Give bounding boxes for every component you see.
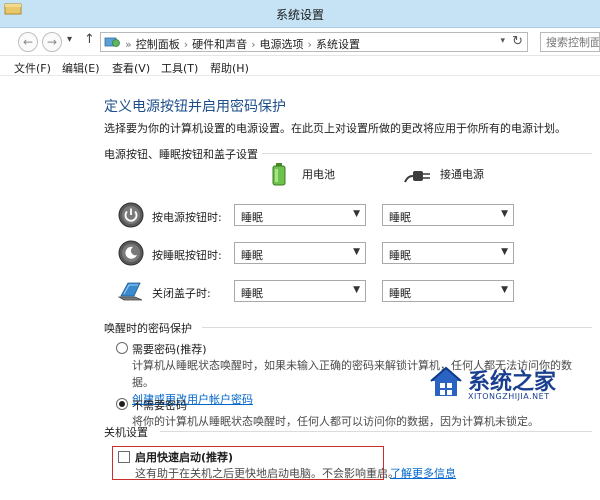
fast-startup-checkbox[interactable] [118, 451, 130, 463]
power-button-battery-select[interactable]: 睡眠 ▼ [234, 204, 366, 226]
chevron-down-icon: ▼ [501, 209, 508, 219]
sleep-button-battery-select[interactable]: 睡眠 ▼ [234, 242, 366, 264]
menu-tools[interactable]: 工具(T) [161, 60, 198, 76]
breadcrumb-hardware-sound[interactable]: 硬件和声音 [192, 38, 247, 51]
learn-more-link[interactable]: 了解更多信息 [390, 465, 456, 481]
page-title: 定义电源按钮并启用密码保护 [104, 99, 286, 115]
breadcrumb-system-settings[interactable]: 系统设置 [316, 38, 360, 51]
control-panel-icon [104, 37, 120, 47]
no-password-description: 将你的计算机从睡眠状态唤醒时，任何人都可以访问你的数据，因为计算机未锁定。 [132, 415, 539, 428]
battery-icon [272, 163, 286, 186]
search-input[interactable] [540, 32, 600, 52]
power-button-label: 按电源按钮时: [152, 211, 222, 224]
address-dropdown-icon[interactable]: ▾ [500, 36, 505, 46]
lid-close-label: 关闭盖子时: [152, 287, 211, 300]
plugged-column-header: 接通电源 [440, 168, 484, 181]
laptop-lid-icon [118, 282, 143, 301]
power-button-plugged-select[interactable]: 睡眠 ▼ [382, 204, 514, 226]
sleep-button-plugged-select[interactable]: 睡眠 ▼ [382, 242, 514, 264]
refresh-icon[interactable]: ↻ [512, 34, 523, 49]
back-button[interactable]: ← [18, 32, 38, 52]
sleep-button-label: 按睡眠按钮时: [152, 249, 222, 262]
chevron-down-icon: ▼ [501, 285, 508, 295]
recent-pages-dropdown-icon[interactable]: ▾ [67, 34, 72, 45]
menu-bar: 文件(F) 编辑(E) 查看(V) 工具(T) 帮助(H) [0, 56, 600, 76]
no-password-label[interactable]: 不需要密码 [132, 397, 187, 413]
power-button-icon [118, 202, 144, 228]
breadcrumb[interactable]: » 控制面板 › 硬件和声音 › 电源选项 › 系统设置 ▾ ↻ [100, 32, 528, 52]
section-divider [160, 431, 592, 432]
wake-section-title: 唤醒时的密码保护 [104, 322, 192, 335]
fast-startup-label[interactable]: 启用快速启动(推荐) [135, 449, 233, 465]
section-divider [202, 327, 592, 328]
breadcrumb-control-panel[interactable]: 控制面板 [136, 38, 180, 51]
section-divider [262, 153, 592, 154]
content-area: 定义电源按钮并启用密码保护 选择要为你的计算机设置的电源设置。在此页上对设置所做… [0, 76, 600, 500]
chevron-down-icon: ▼ [353, 285, 360, 295]
chevron-down-icon: ▼ [353, 247, 360, 257]
house-logo-icon [430, 366, 462, 396]
sleep-button-icon [118, 240, 144, 266]
fast-startup-description: 这有助于在关机之后更快地启动电脑。不会影响重启。 [135, 467, 399, 480]
breadcrumb-items: » 控制面板 › 硬件和声音 › 电源选项 › 系统设置 [125, 38, 360, 51]
breadcrumb-power-options[interactable]: 电源选项 [260, 38, 304, 51]
battery-column-header: 用电池 [302, 168, 335, 181]
power-plug-icon [404, 171, 430, 183]
chevron-down-icon: ▼ [353, 209, 360, 219]
require-password-radio[interactable] [116, 342, 128, 354]
watermark-url: XITONGZHIJIA.NET [468, 392, 550, 401]
menu-file[interactable]: 文件(F) [14, 60, 51, 76]
menu-view[interactable]: 查看(V) [112, 60, 150, 76]
page-description: 选择要为你的计算机设置的电源设置。在此页上对设置所做的更改将应用于你所有的电源计… [104, 122, 566, 135]
shutdown-section-title: 关机设置 [104, 426, 148, 439]
no-password-radio[interactable] [116, 398, 128, 410]
menu-help[interactable]: 帮助(H) [210, 60, 249, 76]
lid-battery-select[interactable]: 睡眠 ▼ [234, 280, 366, 302]
up-arrow-icon[interactable]: ↑ [84, 32, 95, 47]
forward-button[interactable]: → [42, 32, 62, 52]
window-title: 系统设置 [275, 8, 324, 22]
watermark: 系统之家 XITONGZHIJIA.NET [428, 364, 593, 406]
menu-edit[interactable]: 编辑(E) [62, 60, 100, 76]
power-section-title: 电源按钮、睡眠按钮和盖子设置 [104, 148, 258, 161]
address-bar: ← → ▾ ↑ » 控制面板 › 硬件和声音 › 电源选项 › 系统设置 ▾ ↻ [0, 28, 600, 56]
lid-plugged-select[interactable]: 睡眠 ▼ [382, 280, 514, 302]
chevron-down-icon: ▼ [501, 247, 508, 257]
require-password-label[interactable]: 需要密码(推荐) [132, 341, 207, 357]
title-bar: 系统设置 [0, 0, 600, 28]
